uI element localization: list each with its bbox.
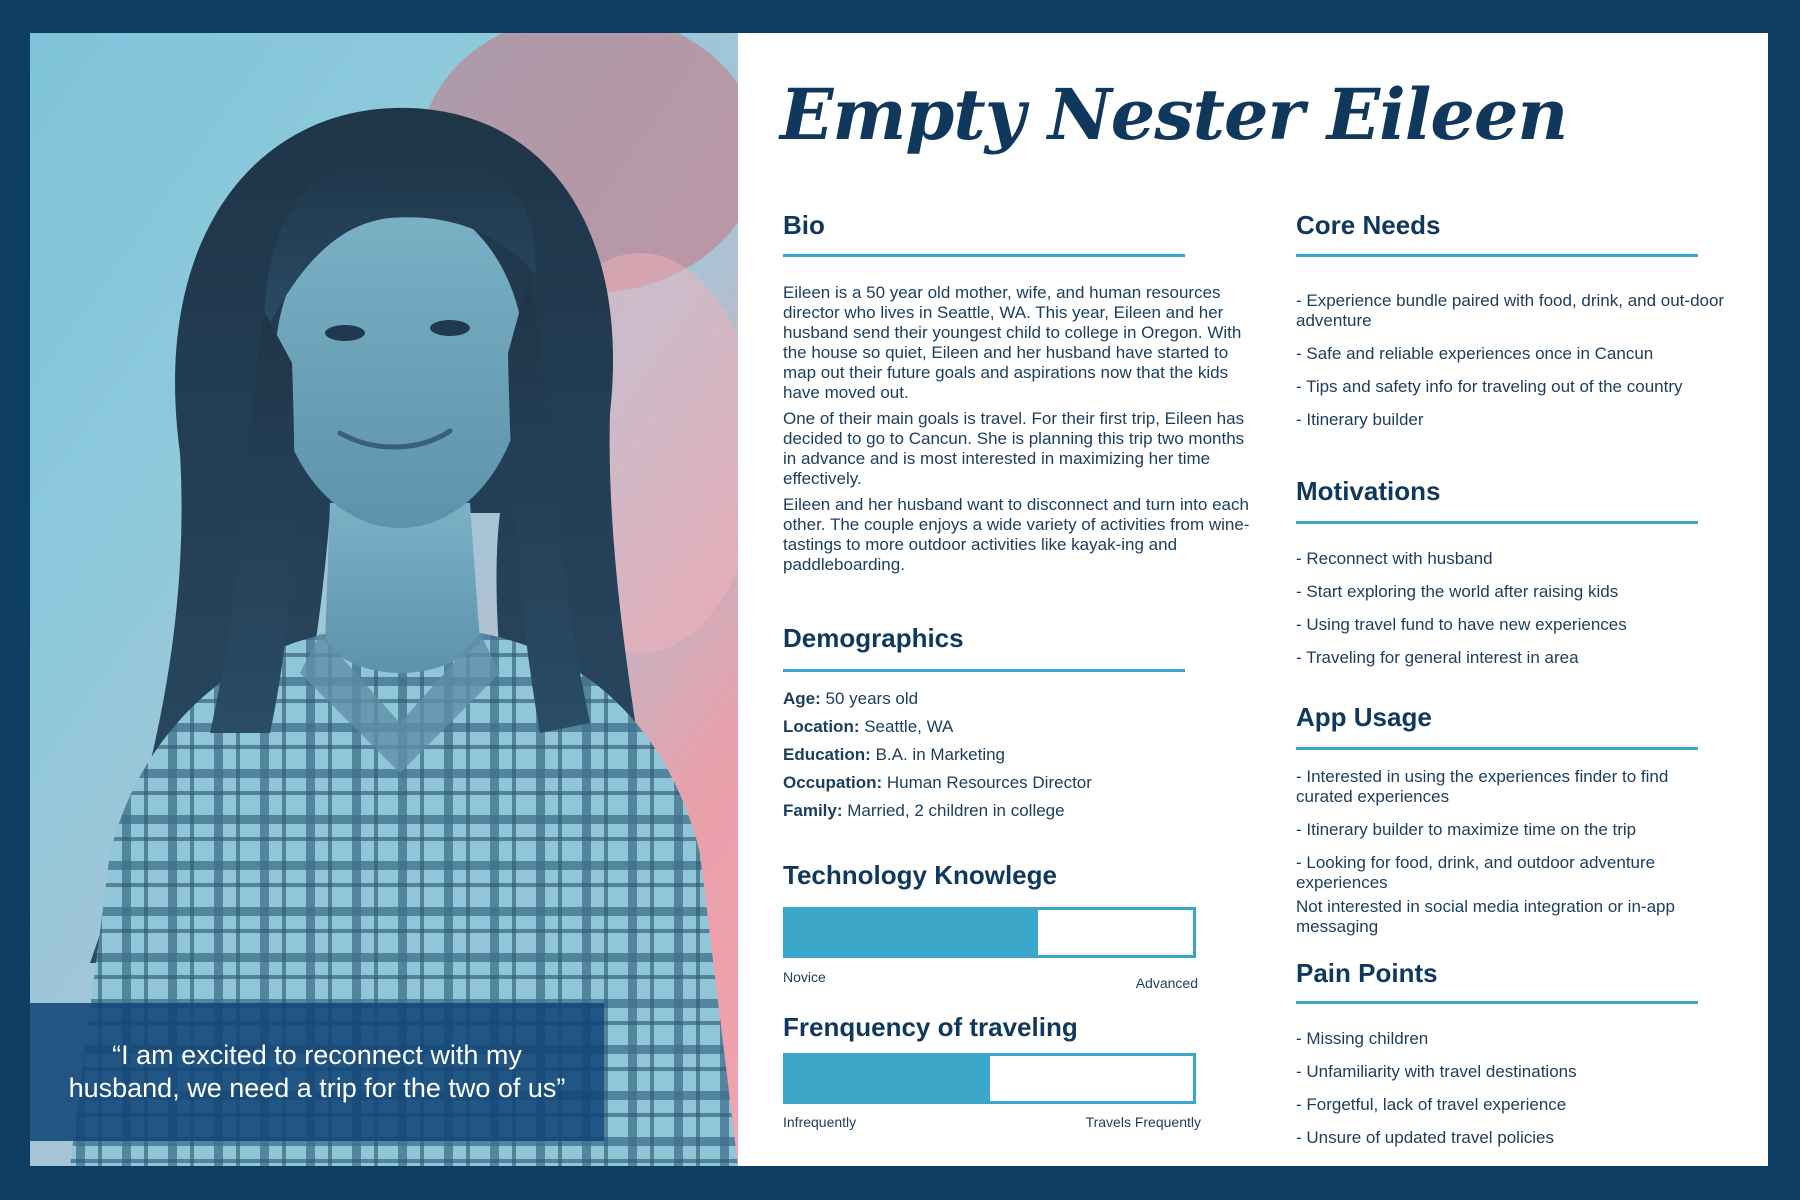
demographic-item: Occupation: Human Resources Director [783,773,1092,792]
quote-box: “I am excited to reconnect with my husba… [30,1003,604,1141]
bio-heading: Bio [783,210,825,240]
list-item: - Interested in using the experiences fi… [1296,767,1669,806]
tech-knowledge-fill [786,910,1039,955]
travel-frequency-fill [786,1056,990,1101]
list-item: - Missing children [1296,1029,1429,1048]
list-item: - Start exploring the world after raisin… [1296,582,1619,601]
bio-text: Eileen is a 50 year old mother, wife, an… [783,283,1253,581]
list-item: - Forgetful, lack of travel experience [1296,1095,1567,1114]
demographic-item: Family: Married, 2 children in college [783,801,1065,820]
bio-paragraph: One of their main goals is travel. For t… [783,409,1245,488]
list-item: - Using travel fund to have new experien… [1296,615,1627,634]
app-usage-list: - Interested in using the experiences fi… [1296,767,1726,950]
list-item: - Unfamiliarity with travel destinations [1296,1062,1577,1081]
motivations-heading: Motivations [1296,476,1441,506]
travel-frequency-bar [783,1053,1196,1104]
demographics-divider [783,669,1185,672]
demographic-item: Location: Seattle, WA [783,717,954,736]
list-item: - Looking for food, drink, and outdoor a… [1296,853,1656,892]
list-item: - Itinerary builder [1296,410,1424,429]
persona-card: “I am excited to reconnect with my husba… [30,33,1768,1166]
persona-details: Empty Nester Eileen Bio Eileen is a 50 y… [738,33,1768,1166]
core-needs-heading: Core Needs [1296,210,1441,240]
travel-frequency-heading: Frenquency of traveling [783,1012,1078,1042]
core-needs-list: - Experience bundle paired with food, dr… [1296,291,1726,443]
motivations-list: - Reconnect with husband - Start explori… [1296,549,1726,681]
travel-min-label: Infrequently [783,1114,857,1130]
app-usage-heading: App Usage [1296,702,1432,732]
demographics-heading: Demographics [783,623,964,653]
persona-name: Empty Nester Eileen [780,73,1568,156]
bio-paragraph: Eileen and her husband want to disconnec… [783,495,1250,574]
persona-quote: “I am excited to reconnect with my husba… [68,1040,566,1103]
demographic-item: Age: 50 years old [783,689,919,708]
demographic-item: Education: B.A. in Marketing [783,745,1006,764]
tech-min-label: Novice [783,969,826,985]
list-item: - Safe and reliable experiences once in … [1296,344,1654,363]
tech-knowledge-heading: Technology Knowlege [783,860,1057,890]
persona-photo: “I am excited to reconnect with my husba… [30,33,738,1166]
motivations-divider [1296,521,1698,524]
list-item: - Traveling for general interest in area [1296,648,1579,667]
list-item: Not interested in social media integrati… [1296,897,1675,936]
travel-max-label: Travels Frequently [1085,1114,1201,1130]
portrait-illustration [70,33,738,1166]
app-usage-divider [1296,747,1698,750]
list-item: - Unsure of updated travel policies [1296,1128,1554,1147]
tech-knowledge-bar [783,907,1196,958]
core-needs-divider [1296,254,1698,257]
bio-paragraph: Eileen is a 50 year old mother, wife, an… [783,283,1242,402]
demographics-list: Age: 50 years old Location: Seattle, WA … [783,689,1092,829]
list-item: - Reconnect with husband [1296,549,1493,568]
pain-points-divider [1296,1001,1698,1004]
tech-max-label: Advanced [1135,975,1198,991]
list-item: - Itinerary builder to maximize time on … [1296,820,1637,839]
bio-divider [783,254,1185,257]
list-item: - Experience bundle paired with food, dr… [1296,291,1725,330]
pain-points-list: - Missing children - Unfamiliarity with … [1296,1029,1726,1161]
list-item: - Tips and safety info for traveling out… [1296,377,1683,396]
pain-points-heading: Pain Points [1296,958,1438,988]
